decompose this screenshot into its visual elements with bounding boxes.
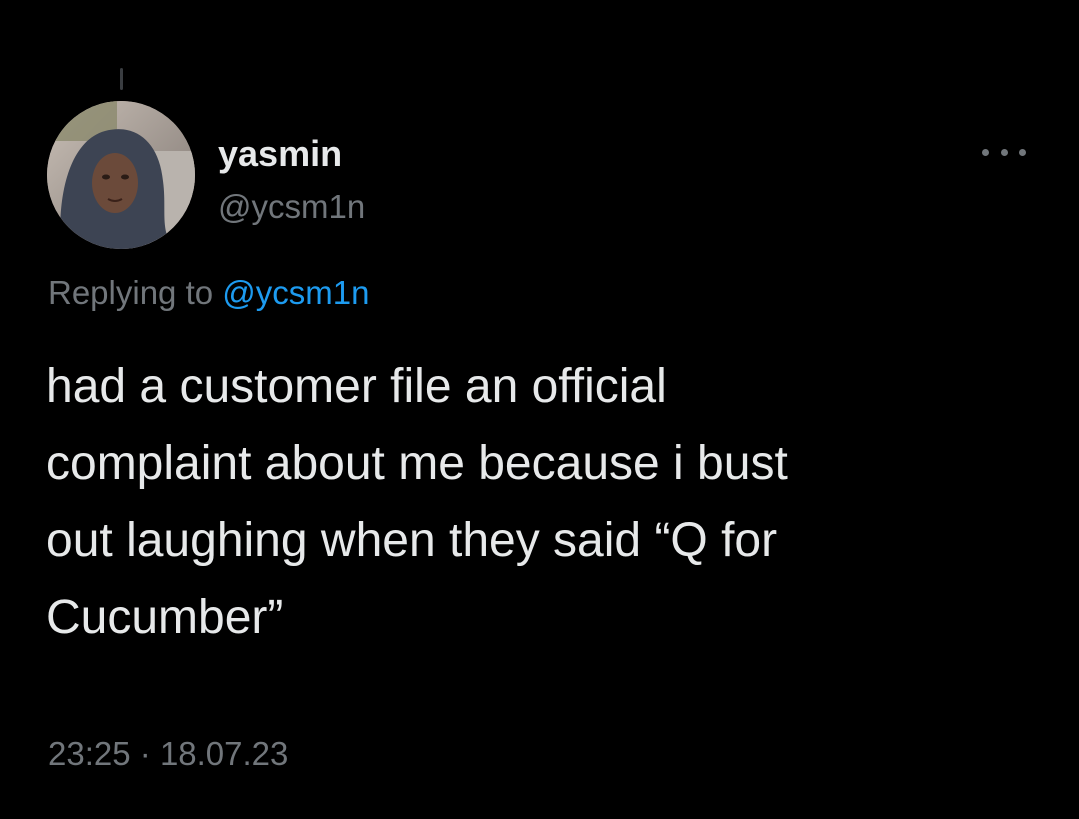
thread-connector-line <box>120 68 123 90</box>
tweet-text-line: complaint about me because i bust <box>46 437 788 490</box>
author-display-name[interactable]: yasmin <box>218 134 342 174</box>
tweet-text-line: had a customer file an official <box>46 360 667 413</box>
avatar[interactable] <box>47 101 195 249</box>
replying-to-handle-link[interactable]: @ycsm1n <box>222 274 369 311</box>
more-dot <box>982 148 989 156</box>
tweet-date: 18.07.23 <box>159 735 289 772</box>
author-handle[interactable]: @ycsm1n <box>218 188 365 226</box>
tweet-time: 23:25 <box>48 735 131 772</box>
profile-photo-icon <box>47 101 195 249</box>
more-dot <box>1019 148 1026 156</box>
tweet-timestamp[interactable]: 23:25 · 18.07.23 <box>48 734 288 774</box>
tweet-text: had a customer file an official complain… <box>46 348 1046 656</box>
replying-to-line: Replying to @ycsm1n <box>48 273 369 313</box>
replying-to-prefix: Replying to <box>48 274 214 311</box>
tweet-text-line: out laughing when they said “Q for <box>46 514 778 567</box>
more-dot <box>1000 148 1008 156</box>
timestamp-separator: · <box>139 735 151 772</box>
more-options-icon[interactable] <box>982 140 1026 164</box>
tweet-text-line: Cucumber” <box>46 591 284 644</box>
